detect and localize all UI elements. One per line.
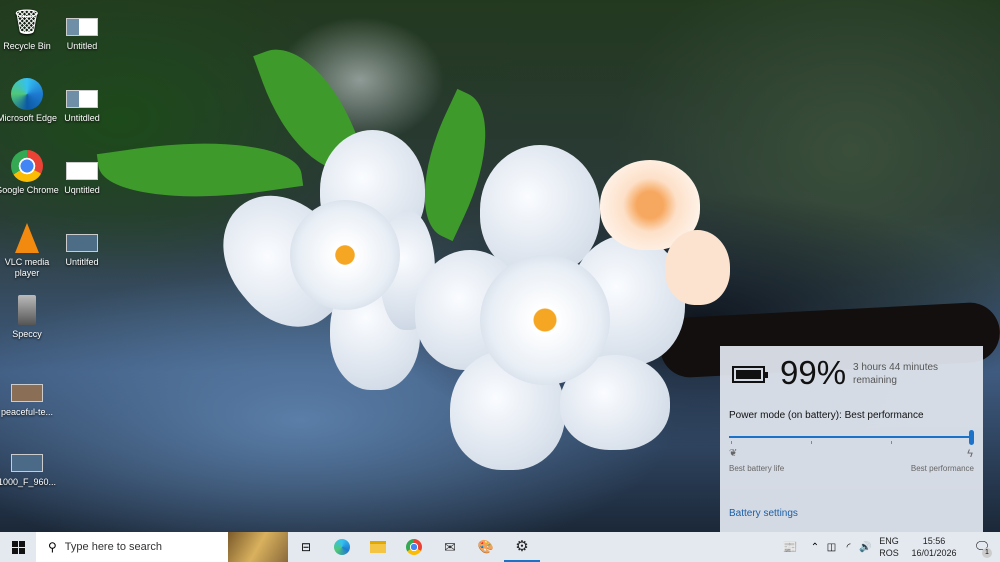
wifi-icon: ◜: [846, 541, 851, 553]
slider-tick: [731, 441, 732, 444]
volume-icon: 🔊: [859, 541, 872, 553]
best-performance-label: Best performance: [910, 464, 974, 473]
taskbar-chrome[interactable]: [396, 532, 432, 562]
edge-icon: [334, 539, 350, 555]
image-thumbnail-icon: [11, 442, 43, 474]
windows-icon: [11, 540, 25, 554]
tray-volume[interactable]: 🔊: [857, 532, 874, 562]
battery-percent: 99%: [780, 354, 847, 391]
search-placeholder: Type here to search: [64, 541, 163, 553]
image-thumbnail-icon: [66, 150, 98, 182]
taskbar-file-explorer[interactable]: [360, 532, 396, 562]
slider-tick: [811, 441, 812, 444]
desktop-icon-untitdled[interactable]: Untitdled: [47, 78, 117, 124]
search-box[interactable]: ⚲ Type here to search: [36, 532, 288, 562]
taskbar: ⚲ Type here to search ⊟ ✉ 🎨 ⚙ 📰 ⌃ ◫ ◜ 🔊 …: [0, 532, 1000, 562]
action-center-button[interactable]: 🗨 1: [964, 532, 1000, 562]
slider-tick: [891, 441, 892, 444]
power-mode-slider[interactable]: [729, 430, 974, 445]
slider-track: [729, 436, 969, 438]
tray-camera[interactable]: ◫: [823, 532, 840, 562]
vlc-icon: [11, 222, 43, 254]
start-button[interactable]: [0, 532, 36, 562]
desktop-icon-speccy[interactable]: Speccy: [0, 294, 62, 340]
search-highlight-image: [228, 532, 288, 562]
notification-badge: 1: [982, 548, 992, 558]
slider-thumb[interactable]: [969, 430, 974, 445]
chevron-up-icon: ⌃: [810, 541, 820, 553]
show-hidden-icons[interactable]: ⌃: [807, 532, 823, 562]
task-view-icon: ⊟: [300, 540, 312, 554]
chrome-icon: [406, 539, 422, 555]
desktop-icon-uqntitled[interactable]: Uqntitled: [47, 150, 117, 196]
camera-icon: ◫: [826, 541, 837, 553]
language-indicator[interactable]: ENG ROS: [874, 532, 904, 562]
battery-remaining: 3 hours 44 minutes remaining: [853, 362, 939, 386]
desktop-icon-peaceful[interactable]: peaceful-te...: [0, 372, 62, 418]
best-battery-label: Best battery life: [729, 464, 785, 473]
folder-icon: [370, 541, 386, 553]
edge-icon: [11, 78, 43, 110]
battery-settings-link[interactable]: Battery settings: [729, 508, 798, 519]
lightning-icon: ϟ: [967, 448, 973, 460]
desktop-icon-1000f[interactable]: 1000_F_960...: [0, 442, 62, 488]
taskbar-edge[interactable]: [324, 532, 360, 562]
gear-icon: ⚙: [515, 538, 529, 555]
taskbar-mail[interactable]: ✉: [432, 532, 468, 562]
battery-icon: [732, 366, 768, 383]
taskbar-paint[interactable]: 🎨: [468, 532, 504, 562]
news-widget-button[interactable]: 📰: [773, 532, 807, 562]
clock[interactable]: 15:56 16/01/2026: [904, 532, 964, 562]
image-thumbnail-icon: [66, 6, 98, 38]
task-view-button[interactable]: ⊟: [288, 532, 324, 562]
paint-icon: 🎨: [477, 539, 495, 554]
petal: [665, 230, 730, 305]
chrome-icon: [11, 150, 43, 182]
mail-icon: ✉: [444, 538, 456, 555]
leaf-icon: ❦: [729, 448, 738, 459]
image-thumbnail-icon: [11, 372, 43, 404]
taskbar-settings[interactable]: ⚙: [504, 532, 540, 562]
flower-center: [480, 255, 610, 385]
flower-center: [290, 200, 400, 310]
desktop-icon-untitled[interactable]: Untitled: [47, 6, 117, 52]
image-thumbnail-icon: [66, 222, 98, 254]
recycle-bin-icon: 🗑: [11, 8, 43, 36]
battery-flyout: 99% 3 hours 44 minutes remaining Power m…: [720, 346, 983, 532]
power-mode-label: Power mode (on battery): Best performanc…: [729, 410, 924, 421]
search-icon: ⚲: [48, 540, 57, 554]
desktop-icon-untitlfed[interactable]: Untitlfed: [47, 222, 117, 268]
speccy-icon: [11, 294, 43, 326]
image-thumbnail-icon: [66, 78, 98, 110]
tray-network[interactable]: ◜: [840, 532, 857, 562]
news-icon: 📰: [782, 540, 798, 554]
